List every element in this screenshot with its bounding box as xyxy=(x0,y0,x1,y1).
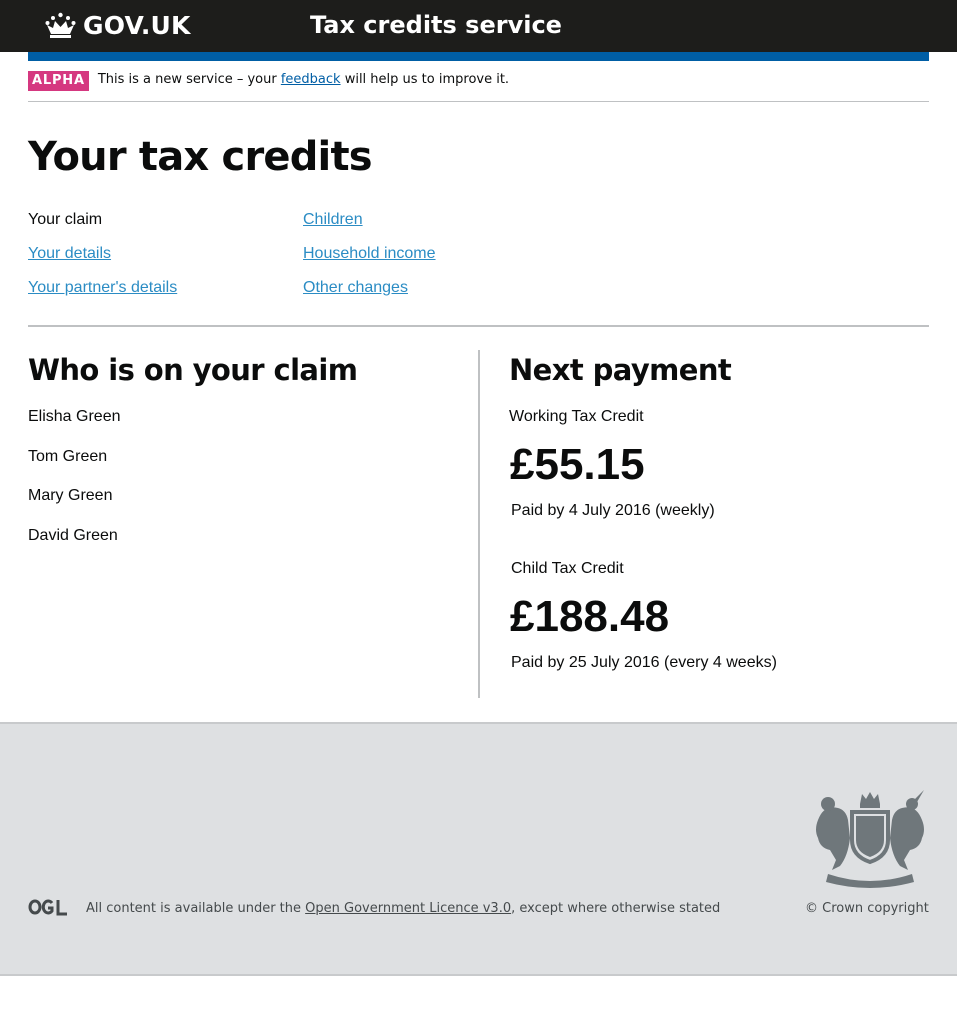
subnav-household-income[interactable]: Household income xyxy=(303,244,436,264)
govuk-logo-text: GOV.UK xyxy=(83,10,191,40)
subnav-other-changes[interactable]: Other changes xyxy=(303,278,408,298)
feedback-link[interactable]: feedback xyxy=(281,72,341,87)
licence-text: All content is available under the Open … xyxy=(86,900,720,918)
working-tax-credit-amount: £55.15 xyxy=(510,440,645,489)
column-divider xyxy=(478,350,480,698)
subnav-your-details[interactable]: Your details xyxy=(28,244,111,264)
subnav-your-claim: Your claim xyxy=(28,211,103,228)
govuk-logo-link[interactable]: GOV.UK xyxy=(44,10,191,40)
next-payment-heading: Next payment xyxy=(509,353,732,387)
claim-person: David Green xyxy=(28,527,118,544)
crown-icon xyxy=(45,12,76,38)
licence-text-after: , except where otherwise stated xyxy=(511,901,721,916)
working-tax-credit-paid-by: Paid by 4 July 2016 (weekly) xyxy=(511,502,715,519)
child-tax-credit-paid-by: Paid by 25 July 2016 (every 4 weeks) xyxy=(511,654,777,671)
subnav-children[interactable]: Children xyxy=(303,210,363,230)
global-footer: All content is available under the Open … xyxy=(0,722,957,976)
service-name-link[interactable]: Tax credits service xyxy=(310,11,562,39)
claim-person: Mary Green xyxy=(28,487,113,504)
page-title: Your tax credits xyxy=(28,134,373,180)
header-accent-bar xyxy=(28,52,929,61)
claim-person: Tom Green xyxy=(28,448,108,465)
phase-tag: ALPHA xyxy=(28,71,89,91)
claim-heading: Who is on your claim xyxy=(28,353,358,387)
section-divider xyxy=(28,325,929,327)
phase-banner: ALPHA This is a new service – your feedb… xyxy=(28,70,929,102)
phase-banner-text: This is a new service – your feedback wi… xyxy=(98,70,509,90)
working-tax-credit-label: Working Tax Credit xyxy=(509,408,644,425)
global-header: GOV.UK Tax credits service xyxy=(0,0,957,52)
royal-coat-of-arms-icon xyxy=(816,790,924,888)
open-government-licence-link[interactable]: Open Government Licence v3.0 xyxy=(305,901,511,916)
child-tax-credit-label: Child Tax Credit xyxy=(511,560,624,577)
claim-person: Elisha Green xyxy=(28,408,121,425)
crown-copyright-link[interactable]: © Crown copyright xyxy=(805,900,929,918)
subnav-partners-details[interactable]: Your partner's details xyxy=(28,278,177,298)
licence-text-before: All content is available under the xyxy=(86,901,306,916)
phase-text-after: will help us to improve it. xyxy=(340,72,510,87)
child-tax-credit-amount: £188.48 xyxy=(510,592,670,641)
phase-text-before: This is a new service – your xyxy=(97,72,281,87)
ogl-logo-icon xyxy=(28,899,67,916)
